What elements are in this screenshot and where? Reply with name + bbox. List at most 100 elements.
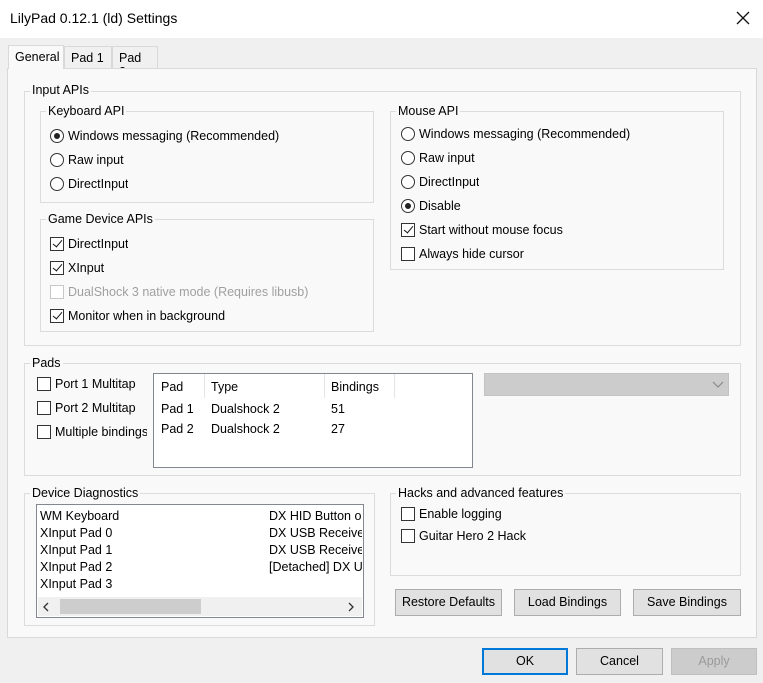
enable-logging-checkbox[interactable]: Enable logging <box>401 504 502 524</box>
list-item[interactable]: XInput Pad 2 <box>40 558 265 575</box>
checkbox-label: Always hide cursor <box>419 247 524 261</box>
radio-icon <box>50 177 64 191</box>
checkbox-label: Enable logging <box>419 507 502 521</box>
ok-button[interactable]: OK <box>482 648 568 675</box>
monitor-background-checkbox[interactable]: Monitor when in background <box>50 306 225 326</box>
close-icon[interactable] <box>733 8 753 28</box>
checkbox-checked-icon <box>50 237 64 251</box>
guitar-hero-2-hack-checkbox[interactable]: Guitar Hero 2 Hack <box>401 526 526 546</box>
scroll-left-icon[interactable] <box>42 602 50 612</box>
radio-label: DirectInput <box>419 175 480 189</box>
scroll-right-icon[interactable] <box>347 602 355 612</box>
mouse-windows-messaging-radio[interactable]: Windows messaging (Recommended) <box>401 124 630 144</box>
pad-type-select <box>484 373 729 396</box>
keyboard-directinput-radio[interactable]: DirectInput <box>50 174 128 194</box>
device-list-column-right: DX HID Button or DX USB Receiver DX USB … <box>269 507 362 595</box>
chevron-down-icon <box>712 381 724 388</box>
list-item[interactable]: XInput Pad 3 <box>40 575 265 592</box>
window-title: LilyPad 0.12.1 (ld) Settings <box>10 10 178 26</box>
checkbox-checked-icon <box>50 309 64 323</box>
table-cell[interactable]: Pad 2 <box>161 422 194 436</box>
checkbox-label: Monitor when in background <box>68 309 226 323</box>
game-directinput-checkbox[interactable]: DirectInput <box>50 234 128 254</box>
checkbox-label: DualShock 3 native mode (Requires libusb… <box>68 285 309 299</box>
save-bindings-button[interactable]: Save Bindings <box>633 589 741 616</box>
list-item[interactable]: DX HID Button or <box>269 507 362 524</box>
checkbox-icon <box>37 425 51 439</box>
radio-label: Raw input <box>419 151 475 165</box>
checkbox-icon <box>401 247 415 261</box>
list-item[interactable]: DX USB Receiver <box>269 541 362 558</box>
checkbox-label: Port 1 Multitap <box>55 377 136 391</box>
tab-general[interactable]: General <box>8 45 64 69</box>
mouse-api-label: Mouse API <box>396 104 461 118</box>
column-header-type[interactable]: Type <box>211 380 238 394</box>
radio-label: Raw input <box>68 153 124 167</box>
checkbox-icon <box>37 377 51 391</box>
keyboard-api-label: Keyboard API <box>46 104 127 118</box>
horizontal-scrollbar[interactable] <box>38 597 362 616</box>
mouse-disable-radio[interactable]: Disable <box>401 196 461 216</box>
device-diagnostics-label: Device Diagnostics <box>30 486 141 500</box>
column-header-pad[interactable]: Pad <box>161 380 183 394</box>
column-header-bindings[interactable]: Bindings <box>331 380 379 394</box>
checkbox-icon <box>401 529 415 543</box>
list-item[interactable]: WM Keyboard <box>40 507 265 524</box>
radio-icon <box>50 153 64 167</box>
radio-label: Windows messaging (Recommended) <box>419 127 631 141</box>
radio-selected-icon <box>50 129 64 143</box>
table-cell[interactable]: 51 <box>331 402 345 416</box>
keyboard-windows-messaging-radio[interactable]: Windows messaging (Recommended) <box>50 126 279 146</box>
checkbox-label: DirectInput <box>68 237 129 251</box>
device-diagnostics-list[interactable]: WM Keyboard XInput Pad 0 XInput Pad 1 XI… <box>36 504 364 618</box>
checkbox-icon <box>37 401 51 415</box>
input-apis-label: Input APIs <box>30 83 91 97</box>
pads-label: Pads <box>30 356 63 370</box>
table-cell[interactable]: Dualshock 2 <box>211 402 280 416</box>
mouse-raw-input-radio[interactable]: Raw input <box>401 148 475 168</box>
game-device-apis-label: Game Device APIs <box>46 212 155 226</box>
cancel-button[interactable]: Cancel <box>576 648 663 675</box>
radio-icon <box>401 151 415 165</box>
pads-table[interactable]: Pad Type Bindings Pad 1 Dualshock 2 51 P… <box>153 373 473 468</box>
radio-icon <box>401 127 415 141</box>
device-list-column-left: WM Keyboard XInput Pad 0 XInput Pad 1 XI… <box>40 507 265 595</box>
radio-label: Windows messaging (Recommended) <box>68 129 280 143</box>
checkbox-icon <box>401 507 415 521</box>
radio-selected-icon <box>401 199 415 213</box>
scrollbar-thumb[interactable] <box>60 599 201 614</box>
game-xinput-checkbox[interactable]: XInput <box>50 258 104 278</box>
restore-defaults-button[interactable]: Restore Defaults <box>395 589 502 616</box>
port1-multitap-checkbox[interactable]: Port 1 Multitap <box>37 374 136 394</box>
keyboard-raw-input-radio[interactable]: Raw input <box>50 150 124 170</box>
hacks-label: Hacks and advanced features <box>396 486 566 500</box>
list-item[interactable]: DX USB Receiver <box>269 524 362 541</box>
checkbox-label: Guitar Hero 2 Hack <box>419 529 526 543</box>
checkbox-label: XInput <box>68 261 105 275</box>
port2-multitap-checkbox[interactable]: Port 2 Multitap <box>37 398 136 418</box>
list-item[interactable]: XInput Pad 0 <box>40 524 265 541</box>
apply-button: Apply <box>671 648 757 675</box>
table-cell[interactable]: 27 <box>331 422 345 436</box>
table-cell[interactable]: Dualshock 2 <box>211 422 280 436</box>
tab-pad-2[interactable]: Pad 2 <box>112 46 158 79</box>
radio-label: DirectInput <box>68 177 129 191</box>
start-without-mouse-focus-checkbox[interactable]: Start without mouse focus <box>401 220 563 240</box>
checkbox-label: Port 2 Multitap <box>55 401 136 415</box>
checkbox-label: Start without mouse focus <box>419 223 563 237</box>
multiple-bindings-checkbox[interactable]: Multiple bindings <box>37 422 147 442</box>
dualshock3-native-checkbox: DualShock 3 native mode (Requires libusb… <box>50 282 308 302</box>
checkbox-checked-icon <box>50 261 64 275</box>
checkbox-label: Multiple bindings <box>55 425 147 439</box>
checkbox-checked-icon <box>401 223 415 237</box>
table-cell[interactable]: Pad 1 <box>161 402 194 416</box>
tab-pad-1[interactable]: Pad 1 <box>64 46 112 68</box>
checkbox-disabled-icon <box>50 285 64 299</box>
mouse-directinput-radio[interactable]: DirectInput <box>401 172 479 192</box>
radio-icon <box>401 175 415 189</box>
load-bindings-button[interactable]: Load Bindings <box>514 589 621 616</box>
list-item[interactable]: XInput Pad 1 <box>40 541 265 558</box>
always-hide-cursor-checkbox[interactable]: Always hide cursor <box>401 244 525 264</box>
list-item[interactable]: [Detached] DX U <box>269 558 362 575</box>
radio-label: Disable <box>419 199 461 213</box>
